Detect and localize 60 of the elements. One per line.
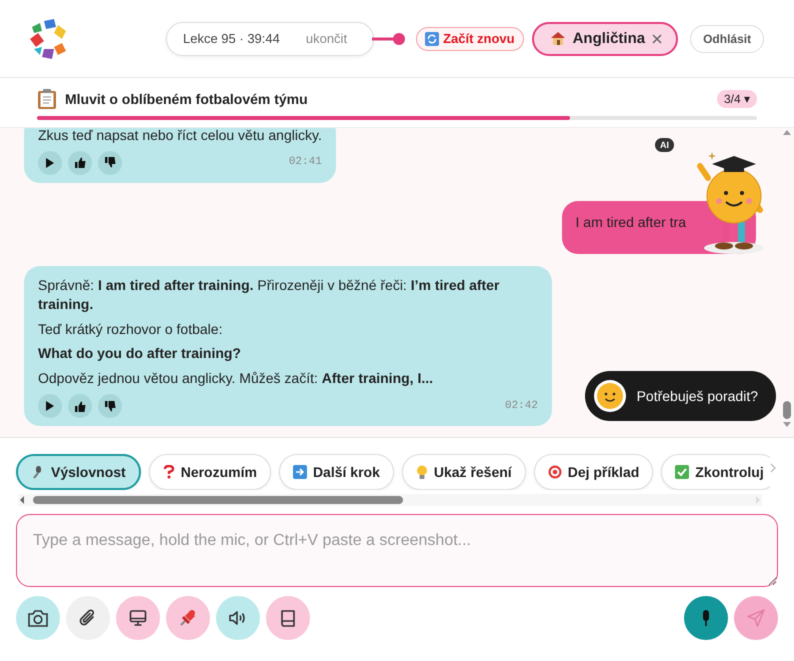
thumbs-up-icon xyxy=(74,157,86,168)
camera-icon xyxy=(27,608,49,628)
play-button[interactable] xyxy=(38,150,62,175)
quick-action-chip[interactable]: Další krok xyxy=(278,454,394,490)
connector-drawing xyxy=(372,32,406,44)
message-text: What do you do after training? xyxy=(38,344,242,364)
close-icon[interactable] xyxy=(652,34,662,44)
arrow-icon xyxy=(292,465,307,479)
play-button[interactable] xyxy=(38,394,62,418)
microphone-button[interactable] xyxy=(684,596,728,640)
logout-button[interactable]: Odhlásit xyxy=(690,24,764,52)
question-icon xyxy=(162,465,175,479)
message-text: Teď krátký rozhovor o fotbale: xyxy=(38,320,224,338)
end-link[interactable]: ukončit xyxy=(306,31,348,46)
message-text: I am tired after tra xyxy=(576,212,686,232)
refresh-icon xyxy=(425,32,440,46)
quick-action-chip[interactable]: Výslovnost xyxy=(16,454,141,490)
thumbs-up-button[interactable] xyxy=(68,150,92,175)
restart-button[interactable]: Začít znovu xyxy=(416,26,524,50)
quick-action-chip[interactable]: Nerozumím xyxy=(148,454,271,490)
clipboard-icon xyxy=(37,88,57,110)
smiley-icon xyxy=(592,379,627,413)
message-time: 02:41 xyxy=(288,155,322,170)
quick-action-chip[interactable]: Ukaž řešení xyxy=(402,454,526,490)
speaker-button[interactable] xyxy=(216,596,260,640)
lightbulb-icon xyxy=(416,464,428,480)
camera-button[interactable] xyxy=(16,596,60,640)
language-tab[interactable]: Angličtina xyxy=(532,22,678,56)
message-time: 02:42 xyxy=(504,398,538,414)
send-button[interactable] xyxy=(734,596,778,640)
monitor-icon xyxy=(128,608,148,628)
thumbs-down-button[interactable] xyxy=(98,394,122,418)
message-text: Odpověz jednou větou anglicky. Můžeš začít: After training, I... xyxy=(38,369,434,388)
step-dropdown[interactable]: 3/4 ▾ xyxy=(716,90,757,108)
thumbs-down-button[interactable] xyxy=(98,150,122,175)
quick-action-chip[interactable]: Zkontroluj xyxy=(661,454,770,490)
target-icon xyxy=(548,465,562,479)
thumbs-down-icon xyxy=(104,400,116,412)
book-icon xyxy=(278,608,298,628)
clip-button[interactable] xyxy=(66,596,110,640)
house-icon xyxy=(550,31,566,46)
checkmark-icon xyxy=(675,465,690,479)
microphone-icon xyxy=(700,609,712,627)
thumbs-up-button[interactable] xyxy=(68,394,92,418)
quick-action-chip[interactable]: Dej příklad xyxy=(534,454,654,490)
play-icon xyxy=(46,401,54,412)
help-button[interactable]: Potřebuješ poradit? xyxy=(584,371,776,421)
send-icon xyxy=(746,608,766,628)
message-text: Správně: I am tired after training. Přirozeněji v běžné řeči: I’m tired after training. xyxy=(38,276,500,314)
message-input[interactable]: Type a message, hold the mic, or Ctrl+V paste a screenshot... xyxy=(16,514,778,587)
thumbs-up-icon xyxy=(74,400,86,412)
book-button[interactable] xyxy=(266,596,310,640)
thumbs-down-icon xyxy=(104,157,116,168)
lesson-timer: Lekce 95 · 39:44 xyxy=(183,31,280,46)
message-text: Zkus teď napsat nebo říct celou větu anglicky. xyxy=(38,128,322,145)
screen-button[interactable] xyxy=(116,596,160,640)
play-icon xyxy=(46,158,54,168)
task-title: Mluvit o oblíbeném fotbalovém týmu xyxy=(65,91,309,107)
ai-badge: AI xyxy=(655,138,674,152)
pin-button[interactable] xyxy=(166,596,210,640)
